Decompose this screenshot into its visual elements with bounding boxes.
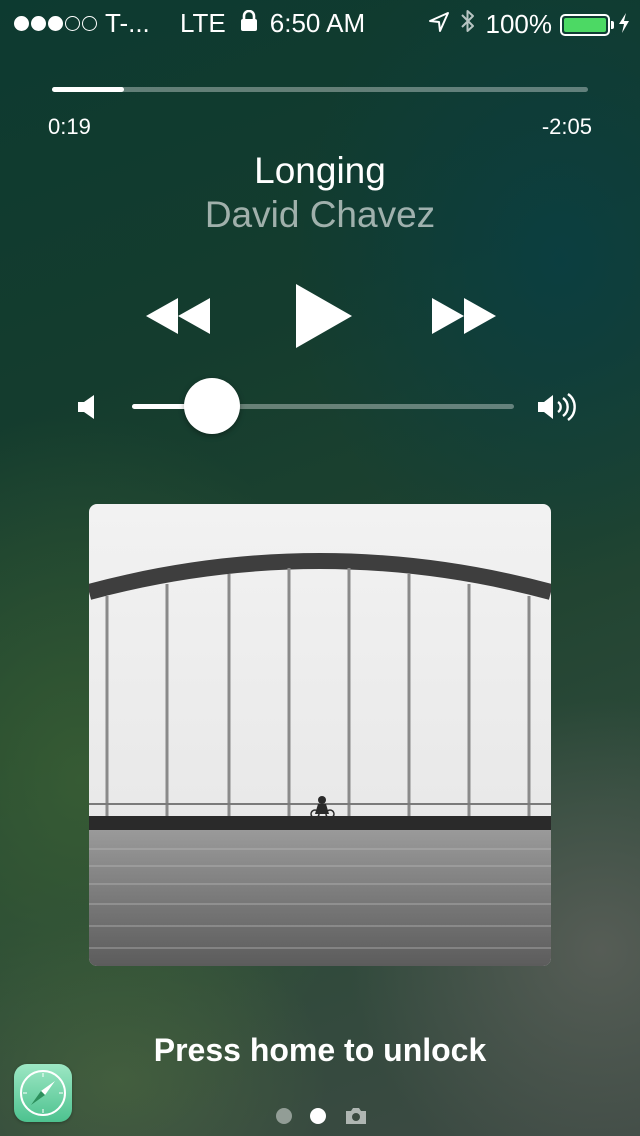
status-bar: T-... LTE 6:50 AM 100% [0, 0, 640, 48]
rewind-icon [146, 298, 210, 334]
volume-slider-thumb[interactable] [184, 378, 241, 434]
signal-strength-indicator [14, 16, 99, 31]
play-icon [296, 284, 352, 348]
song-title: Longing [254, 150, 386, 191]
battery-tip [611, 20, 614, 29]
elapsed-time: 0:19 [48, 114, 91, 139]
fast-forward-button[interactable] [428, 292, 500, 340]
status-right: 100% [428, 8, 631, 41]
camera-icon[interactable] [344, 1106, 368, 1126]
page-indicator [276, 1106, 368, 1126]
page-dot-current[interactable] [310, 1108, 326, 1124]
battery-icon [560, 13, 610, 36]
unlock-prompt: Press home to unlock [153, 1032, 487, 1068]
carrier-name: T-... [105, 8, 150, 38]
battery-fill [564, 17, 606, 32]
signal-dot [31, 16, 46, 31]
signal-dot [48, 16, 63, 31]
fast-forward-icon [432, 298, 496, 334]
lock-icon [240, 8, 258, 39]
volume-slider[interactable] [132, 378, 514, 434]
safari-icon[interactable] [14, 1064, 72, 1122]
song-artist: David Chavez [204, 194, 436, 235]
remaining-time: -2:05 [541, 114, 592, 139]
bluetooth-icon [460, 8, 476, 41]
network-type: LTE [180, 8, 226, 38]
signal-dot [65, 16, 80, 31]
playback-progress-bar[interactable] [52, 87, 588, 92]
rewind-button[interactable] [142, 292, 214, 340]
charging-bolt-icon [618, 9, 630, 40]
clock-time: 6:50 AM [269, 8, 366, 38]
page-dot[interactable] [276, 1108, 292, 1124]
volume-high-icon [536, 390, 578, 424]
status-left: T-... [14, 8, 150, 39]
volume-low-icon [74, 392, 102, 422]
signal-dot [14, 16, 29, 31]
playback-progress-fill [52, 87, 124, 92]
album-artwork [89, 504, 551, 966]
play-button[interactable] [290, 282, 356, 350]
signal-dot [82, 16, 97, 31]
location-arrow-icon [428, 9, 450, 40]
battery-percent: 100% [485, 9, 553, 39]
status-center: LTE 6:50 AM [180, 8, 365, 39]
